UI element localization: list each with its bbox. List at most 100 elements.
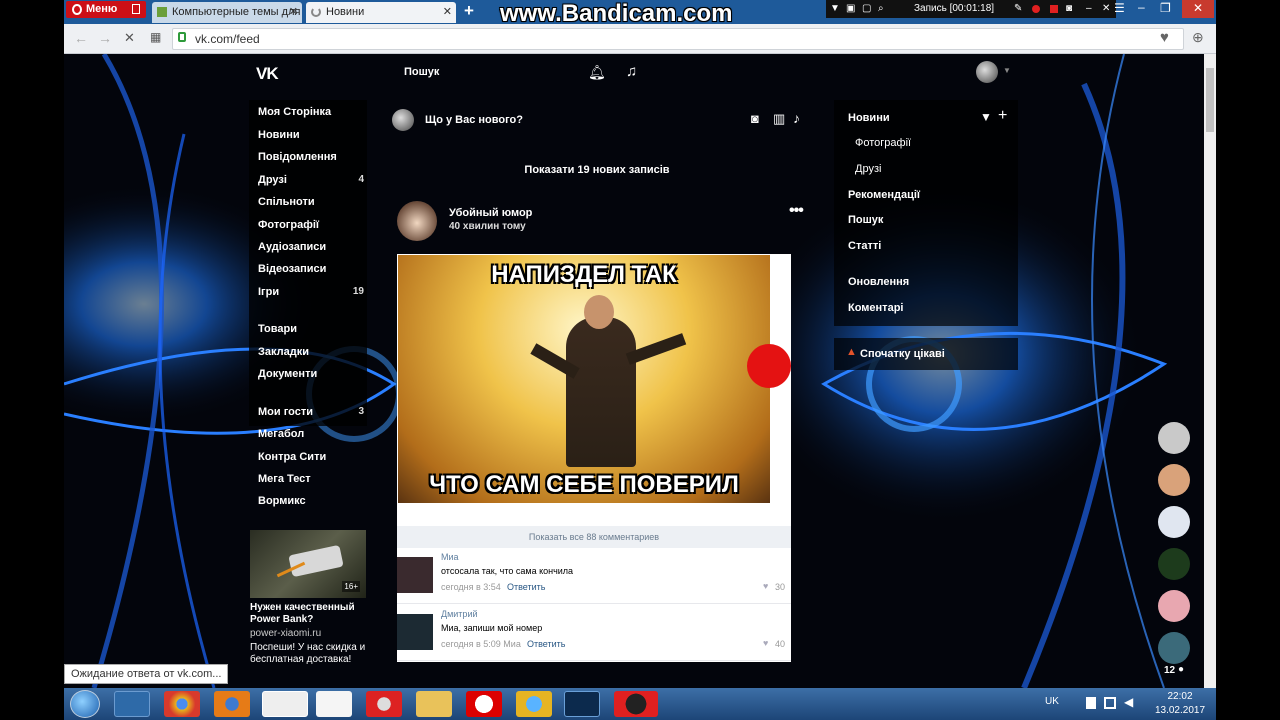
language-indicator[interactable]: UK	[1045, 696, 1059, 707]
sidebar-item[interactable]: Товари	[258, 323, 364, 335]
add-icon[interactable]: +	[998, 107, 1007, 125]
close-icon[interactable]: ✕	[443, 2, 452, 23]
forward-icon[interactable]: →	[98, 30, 112, 46]
sidebar-item[interactable]: Мегабол	[258, 428, 364, 440]
sidebar-item[interactable]: Фотографії	[258, 219, 364, 231]
video-icon[interactable]: ▥	[773, 111, 785, 127]
sidebar-item[interactable]: Відеозаписи	[258, 263, 364, 275]
music-icon[interactable]: ♫	[626, 63, 637, 80]
ad-title[interactable]: Нужен качественный Power Bank?	[250, 602, 366, 626]
group-avatar[interactable]	[397, 201, 437, 241]
yandex-disk-icon[interactable]	[316, 691, 352, 717]
search-input[interactable]: Пошук	[404, 66, 439, 78]
ie-icon[interactable]	[516, 691, 552, 717]
window-icon[interactable]: ▣	[846, 0, 855, 18]
filter-icon[interactable]: ▼	[980, 110, 992, 124]
show-all-comments[interactable]: Показать все 88 комментариев	[397, 526, 791, 548]
minimize-button[interactable]: –	[1138, 0, 1145, 14]
sidebar-item[interactable]: Контра Сити	[258, 451, 364, 463]
speed-dial-icon[interactable]: ▦	[150, 30, 161, 44]
new-tab-button[interactable]: +	[464, 1, 474, 21]
audio-icon[interactable]: ♪	[793, 110, 800, 126]
vk-logo[interactable]: VK	[256, 64, 279, 84]
maximize-button[interactable]: ❐	[1160, 1, 1171, 15]
firefox-icon[interactable]	[214, 691, 250, 717]
scrollbar-thumb[interactable]	[1206, 68, 1214, 132]
chrome-icon[interactable]	[164, 691, 200, 717]
filter-item[interactable]: Друзі	[855, 163, 881, 175]
sidebar-item[interactable]: Мега Тест	[258, 473, 364, 485]
filter-item[interactable]: Статті	[848, 240, 881, 252]
comment-author[interactable]: Миа	[441, 552, 459, 562]
stop-loading-icon[interactable]: ✕	[124, 30, 135, 46]
photoshop-icon[interactable]	[564, 691, 600, 717]
close-button[interactable]: ✕	[1182, 0, 1214, 18]
network-icon[interactable]	[1104, 697, 1116, 709]
clock-time[interactable]: 22:02	[1160, 691, 1200, 702]
sidebar-item[interactable]: Документи	[258, 368, 364, 380]
bell-icon[interactable]: 🔔︎	[588, 64, 606, 81]
bandicam-icon[interactable]	[614, 691, 658, 717]
record-icon[interactable]	[1032, 5, 1040, 13]
interesting-toggle[interactable]: ▲ Спочатку цікаві	[834, 338, 1018, 370]
sidebar-item[interactable]: Вормикс	[258, 495, 364, 507]
sidebar-item[interactable]: Закладки	[258, 346, 364, 358]
comment-avatar[interactable]	[397, 557, 433, 593]
sidebar-item[interactable]: Повідомлення	[258, 151, 364, 163]
camera-icon[interactable]: ◙	[1066, 0, 1072, 18]
friend-avatar[interactable]	[1158, 548, 1190, 580]
comment-author[interactable]: Дмитрий	[441, 609, 478, 619]
friend-avatar[interactable]	[1158, 506, 1190, 538]
start-button[interactable]	[70, 690, 100, 718]
ad-image[interactable]: 16+	[250, 530, 366, 598]
pencil-icon[interactable]: ✎	[1014, 0, 1022, 18]
like-icon[interactable]: ♥	[763, 638, 768, 648]
ccleaner-icon[interactable]	[366, 691, 402, 717]
filter-item[interactable]: Пошук	[848, 214, 883, 226]
sidebar-item[interactable]: Аудіозаписи	[258, 241, 364, 253]
filter-item[interactable]: Коментарі	[848, 302, 903, 314]
volume-icon[interactable]: ◀	[1124, 695, 1133, 709]
region-icon[interactable]: ▢	[862, 0, 871, 18]
flag-icon[interactable]	[1086, 697, 1096, 709]
meme-image[interactable]: НАПИЗДЕЛ ТАК ЧТО САМ СЕБЕ ПОВЕРИЛ	[398, 255, 770, 503]
dropdown-icon[interactable]: ▼	[830, 0, 840, 18]
heart-icon[interactable]: ♥	[1160, 29, 1169, 46]
post-author[interactable]: Убойный юмор	[449, 207, 532, 219]
friend-avatar[interactable]	[1158, 422, 1190, 454]
filter-item[interactable]: Новини	[848, 112, 890, 124]
camera-icon[interactable]: ◙	[751, 111, 759, 126]
tabs-menu-icon[interactable]: ☰	[1114, 1, 1125, 15]
sidebar-item[interactable]: Мои гости 3	[258, 406, 364, 418]
chevron-down-icon[interactable]: ▼	[1003, 66, 1011, 75]
media-player-icon[interactable]	[114, 691, 150, 717]
search-icon[interactable]: ⌕	[878, 0, 884, 18]
close-icon[interactable]: ✕	[289, 2, 298, 23]
url-text[interactable]: vk.com/feed	[195, 32, 260, 46]
comment-avatar[interactable]	[397, 614, 433, 650]
download-icon[interactable]: ⊕	[1192, 29, 1204, 46]
post-time[interactable]: 40 хвилин тому	[449, 221, 526, 232]
like-icon[interactable]: ♥	[763, 581, 768, 591]
friend-avatar[interactable]	[1158, 590, 1190, 622]
sidebar-item[interactable]: Моя Сторінка	[258, 106, 364, 118]
opera-icon[interactable]	[262, 691, 308, 717]
scrollbar[interactable]	[1204, 54, 1216, 688]
sidebar-item[interactable]: Новини	[258, 129, 364, 141]
address-bar[interactable]: vk.com/feed	[172, 28, 1184, 50]
filter-item[interactable]: Фотографії	[855, 137, 911, 149]
filter-item[interactable]: Рекомендації	[848, 189, 920, 201]
clock-date[interactable]: 13.02.2017	[1152, 705, 1208, 716]
yandex-browser-icon[interactable]	[466, 691, 502, 717]
friend-avatar[interactable]	[1158, 464, 1190, 496]
filter-item[interactable]: Оновлення	[848, 276, 909, 288]
tab-themes[interactable]: Компьютерные темы для ✕	[152, 2, 302, 23]
ad-domain[interactable]: power-xiaomi.ru	[250, 628, 321, 639]
tab-news[interactable]: Новини ✕	[306, 2, 456, 23]
stop-icon[interactable]	[1050, 5, 1058, 13]
avatar[interactable]	[976, 61, 998, 83]
friend-avatar[interactable]	[1158, 632, 1190, 664]
composer-input[interactable]: Що у Вас нового?	[425, 114, 523, 126]
online-count[interactable]: 12	[1164, 665, 1175, 676]
back-icon[interactable]: ←	[74, 30, 88, 46]
